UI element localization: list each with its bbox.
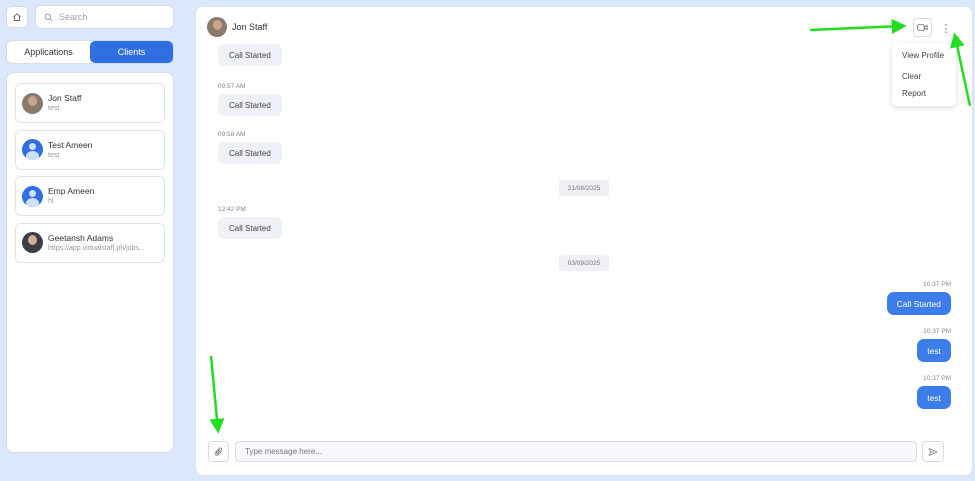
chat-panel: Jon Staff ⋮ View Profile Clear Report Ca… (195, 6, 973, 476)
tab-bar: Applications Clients (6, 40, 174, 64)
more-vertical-icon: ⋮ (940, 22, 952, 35)
chat-header: Jon Staff (207, 17, 267, 37)
contact-preview: hi (48, 198, 54, 205)
contact-preview: test (48, 105, 60, 112)
message-time: 10:37 PM (923, 328, 951, 335)
message-bubble: Call Started (218, 44, 282, 66)
avatar (22, 139, 43, 160)
home-button[interactable] (6, 6, 28, 28)
message-bubble: Call Started (886, 292, 951, 315)
menu-item-report[interactable]: Report (902, 87, 956, 100)
message-time: 10:37 PM (923, 375, 951, 382)
paperclip-icon (214, 446, 222, 456)
search-placeholder: Search (59, 12, 88, 22)
contact-name: Geetansh Adams (48, 232, 114, 243)
message-bubble: Call Started (218, 94, 282, 116)
send-button[interactable] (922, 441, 944, 462)
contact-name: Jon Staff (48, 93, 82, 103)
video-call-icon (917, 24, 928, 31)
contact-list: Jon Staff test Test Ameen test Emp Ameen… (6, 72, 174, 453)
tab-applications[interactable]: Applications (7, 41, 90, 63)
avatar (22, 185, 43, 207)
message-time: 09:57 AM (218, 83, 246, 90)
home-icon (13, 13, 21, 21)
menu-divider (902, 62, 956, 70)
contact-preview: https://app.virtualstaff.ph/jobs... (48, 244, 145, 252)
menu-item-view-profile[interactable]: View Profile (902, 49, 956, 62)
contact-item[interactable]: Jon Staff test (15, 83, 165, 123)
message-bubble: test (917, 386, 951, 409)
video-call-button[interactable] (913, 18, 932, 37)
message-time: 10:37 PM (923, 281, 951, 288)
message-bubble: test (917, 339, 951, 362)
message-input[interactable] (235, 441, 917, 462)
avatar (207, 17, 227, 37)
contact-item[interactable]: Geetansh Adams https://app.virtualstaff.… (15, 222, 165, 263)
chat-title: Jon Staff (232, 22, 268, 32)
date-separator: 21/08/2025 (559, 180, 609, 196)
date-separator: 03/09/2025 (559, 255, 609, 271)
message-bubble: Call Started (218, 217, 282, 239)
avatar (22, 92, 43, 114)
message-time: 12:42 PM (218, 206, 246, 213)
options-menu: View Profile Clear Report (892, 43, 956, 106)
search-box[interactable]: Search (35, 5, 174, 29)
send-icon (928, 447, 938, 456)
search-icon (44, 13, 53, 21)
message-bubble: Call Started (218, 142, 282, 164)
contact-preview: test (48, 151, 60, 159)
message-time: 09:58 AM (218, 131, 246, 138)
contact-name: Test Ameen (48, 139, 93, 150)
more-options-button[interactable]: ⋮ (940, 20, 952, 36)
contact-item[interactable]: Emp Ameen hi (15, 176, 165, 216)
avatar (22, 232, 43, 253)
tab-clients[interactable]: Clients (90, 41, 173, 63)
contact-item[interactable]: Test Ameen test (15, 129, 165, 170)
attach-button[interactable] (208, 441, 229, 462)
contact-name: Emp Ameen (48, 186, 95, 196)
menu-item-clear[interactable]: Clear (902, 70, 956, 83)
